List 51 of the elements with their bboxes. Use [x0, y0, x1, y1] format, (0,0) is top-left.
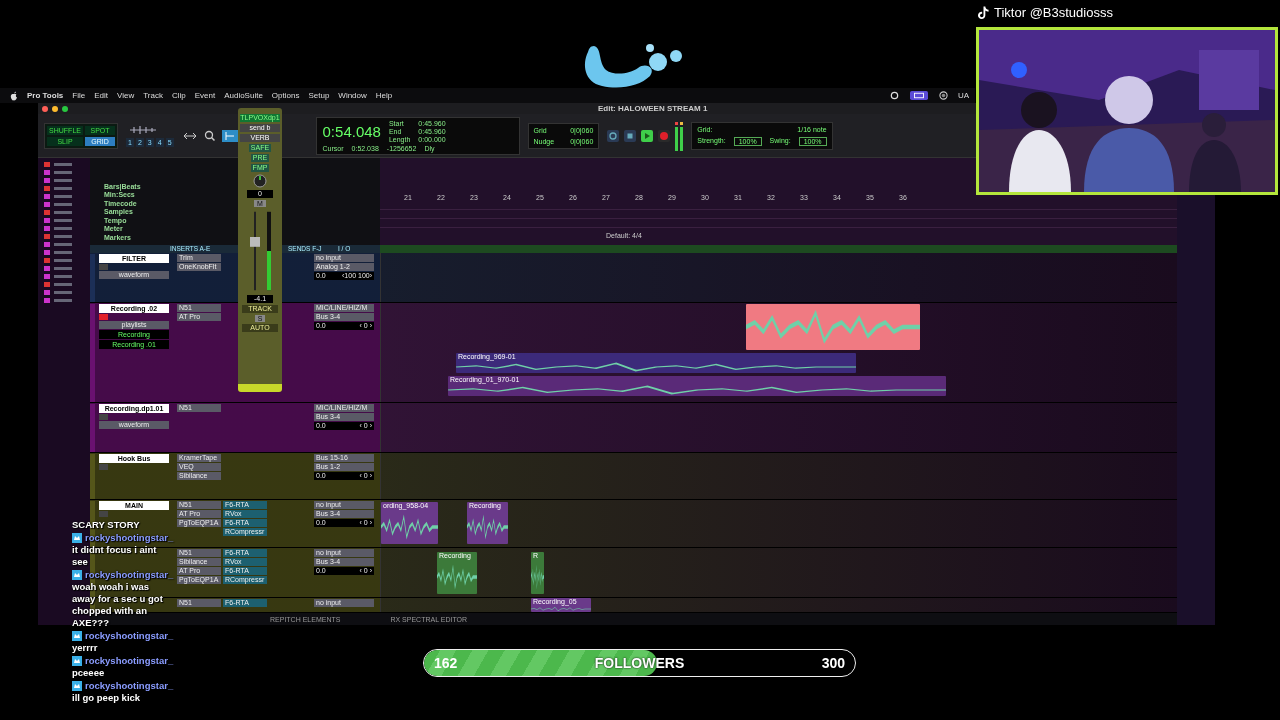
play-button[interactable] — [641, 129, 654, 142]
follower-count: 162 — [434, 655, 458, 671]
level-meter-icon — [675, 120, 684, 151]
apple-icon[interactable] — [10, 90, 18, 101]
menu-item[interactable]: View — [117, 91, 135, 100]
chat-username[interactable]: rockyshootingstar_ — [85, 655, 174, 667]
menu-item[interactable]: Options — [271, 91, 300, 100]
chat-username[interactable]: rockyshootingstar_ — [85, 630, 174, 642]
menu-item[interactable]: Edit — [94, 91, 108, 100]
chat-message: yerrrr — [72, 642, 98, 654]
main-counter[interactable]: 0:54.048 — [322, 123, 381, 140]
chat-message: pceeee — [72, 667, 105, 679]
menu-item[interactable]: Setup — [308, 91, 330, 100]
chat-message: ill go peep kick — [72, 692, 141, 704]
close-button[interactable] — [42, 105, 48, 112]
chat-message: it didnt focus i aint see — [72, 544, 158, 568]
waveform-drawing — [531, 606, 591, 612]
badge-icon — [72, 656, 82, 666]
app-menu[interactable]: Pro Tools — [27, 91, 64, 100]
globe-icon[interactable] — [938, 91, 948, 100]
tiktok-icon — [978, 5, 989, 20]
selector-tool-icon[interactable] — [221, 129, 238, 142]
menu-item[interactable]: Track — [143, 91, 163, 100]
badge-icon — [72, 533, 82, 543]
menu-item[interactable]: Help — [375, 91, 393, 100]
menu-item[interactable]: Event — [194, 91, 216, 100]
menu-status[interactable]: UA — [957, 91, 969, 100]
minimize-button[interactable] — [52, 105, 58, 112]
menu-item[interactable]: AudioSuite — [224, 91, 263, 100]
follower-goal: 300 — [821, 655, 845, 671]
badge-icon — [72, 570, 82, 580]
menu-item[interactable]: Clip — [171, 91, 186, 100]
badge-icon — [72, 681, 82, 691]
window-title: Edit: HALOWEEN STREAM 1 — [598, 104, 708, 113]
loop-icon[interactable] — [607, 129, 620, 142]
badge-icon — [72, 631, 82, 641]
zoom-button[interactable] — [62, 105, 68, 112]
record-status-icon[interactable] — [889, 91, 899, 100]
menu-item[interactable]: File — [72, 91, 86, 100]
chat-username[interactable]: rockyshootingstar_ — [85, 680, 174, 692]
tiktok-handle: Tiktor @B3studiosss — [994, 5, 1113, 20]
menu-item[interactable]: Window — [338, 91, 367, 100]
audio-clip[interactable] — [746, 304, 920, 350]
pan-knob-icon[interactable] — [253, 174, 267, 188]
screen-share-icon[interactable] — [908, 91, 929, 100]
stop-button[interactable] — [624, 129, 637, 142]
chat-username[interactable]: rockyshootingstar_ — [85, 569, 174, 581]
chat-message: SCARY STORY — [72, 519, 140, 531]
chat-message: woah woah i was away for a sec u got chopped with an AXE??? — [72, 581, 164, 629]
chat-username[interactable]: rockyshootingstar_ — [85, 532, 174, 544]
record-button[interactable] — [658, 129, 671, 142]
